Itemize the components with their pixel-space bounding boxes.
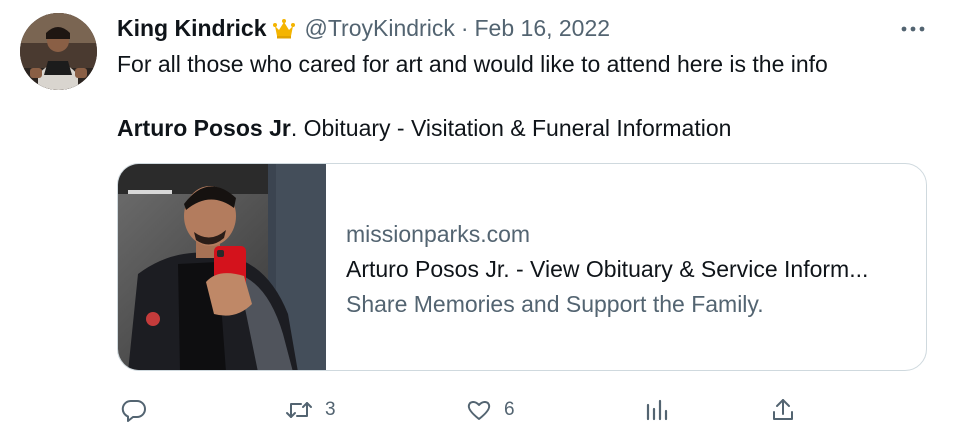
like-button[interactable]: 6 (466, 393, 515, 427)
action-bar: 3 6 (0, 393, 960, 427)
tweet-header: King Kindrick @TroyKindrick · Feb 16, 20… (117, 12, 610, 44)
retweet-icon (286, 402, 312, 418)
retweet-button[interactable]: 3 (285, 393, 336, 427)
share-button[interactable] (770, 393, 796, 427)
views-button[interactable] (644, 393, 670, 427)
reply-button[interactable] (121, 393, 147, 427)
tweet-text-line2: Arturo Posos Jr. Obituary - Visitation &… (117, 115, 731, 142)
link-card-title: Arturo Posos Jr. - View Obituary & Servi… (346, 256, 869, 282)
link-card-domain: missionparks.com (346, 221, 531, 247)
views-icon (646, 399, 668, 421)
link-card-description: Share Memories and Support the Family. (346, 291, 764, 317)
heart-icon (467, 401, 491, 420)
tweet-text-bold: Arturo Posos Jr (117, 115, 291, 141)
handle[interactable]: @TroyKindrick (305, 15, 455, 42)
reply-icon (121, 399, 146, 422)
link-card-image (118, 164, 326, 370)
crown-badge-icon (271, 16, 297, 40)
tweet[interactable]: King Kindrick @TroyKindrick · Feb 16, 20… (0, 0, 960, 433)
separator-dot: · (460, 14, 469, 41)
more-icon (901, 26, 925, 32)
tweet-text-line1: For all those who cared for art and woul… (117, 51, 828, 77)
tweet-date[interactable]: Feb 16, 2022 (475, 15, 611, 42)
avatar[interactable] (20, 13, 97, 90)
like-count: 6 (504, 399, 515, 420)
more-options-button[interactable] (898, 18, 928, 40)
display-name[interactable]: King Kindrick (117, 15, 267, 42)
link-card[interactable]: missionparks.com Arturo Posos Jr. - View… (117, 163, 927, 371)
tweet-text-rest: . Obituary - Visitation & Funeral Inform… (290, 115, 732, 141)
retweet-count: 3 (325, 399, 336, 420)
share-icon (773, 399, 793, 420)
avatar-image (20, 13, 97, 90)
